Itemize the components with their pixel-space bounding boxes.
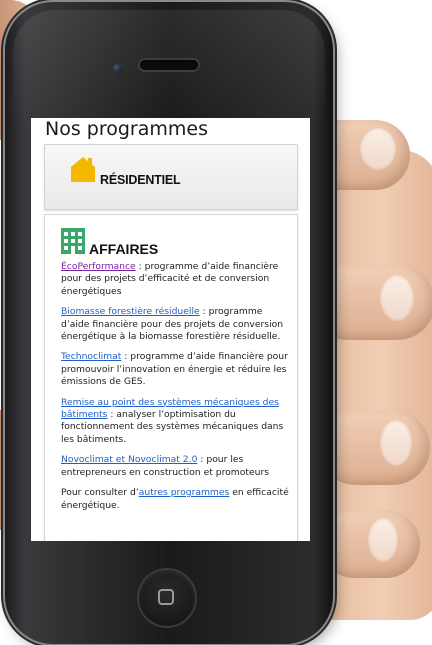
fingernail (368, 518, 398, 562)
program-link-biomasse[interactable]: Biomasse forestière résiduelle (61, 306, 200, 317)
program-link-technoclimat[interactable]: Technoclimat (61, 351, 121, 362)
finger-ring (318, 410, 430, 485)
other-programs-note: Pour consulter d’autres programmes en ef… (61, 487, 289, 512)
list-item: ÉcoPerformance : programme d’aide financ… (61, 261, 289, 298)
phone-screen: Nos programmes RÉSIDENTIEL AFFAIRES ÉcoP… (31, 118, 310, 541)
page-title: Nos programmes (45, 118, 208, 140)
list-item: Biomasse forestière résiduelle : program… (61, 306, 289, 343)
program-list: ÉcoPerformance : programme d’aide financ… (61, 261, 289, 520)
list-item: Novoclimat et Novoclimat 2.0 : pour les … (61, 454, 289, 479)
residential-label: RÉSIDENTIEL (100, 173, 181, 187)
business-label: AFFAIRES (89, 241, 159, 257)
business-card: AFFAIRES ÉcoPerformance : programme d’ai… (44, 214, 298, 541)
house-icon (71, 157, 95, 182)
note-prefix: Pour consulter d’ (61, 487, 139, 499)
phone-glare (13, 10, 325, 130)
list-item: Remise au point des systèmes mécaniques … (61, 397, 289, 447)
home-button[interactable] (139, 570, 195, 626)
other-programs-link[interactable]: autres programmes (139, 487, 230, 498)
fingernail (380, 275, 414, 321)
list-item: Technoclimat : programme d’aide financiè… (61, 351, 289, 388)
home-square-icon (158, 589, 174, 605)
earpiece-speaker (140, 60, 198, 70)
fingernail (360, 128, 396, 170)
front-camera-icon (113, 64, 122, 73)
program-link-novoclimat[interactable]: Novoclimat et Novoclimat 2.0 (61, 454, 197, 465)
program-link-ecoperformance[interactable]: ÉcoPerformance (61, 261, 136, 272)
fingernail (380, 420, 412, 466)
residential-card[interactable]: RÉSIDENTIEL (44, 144, 298, 210)
building-icon (61, 228, 85, 254)
